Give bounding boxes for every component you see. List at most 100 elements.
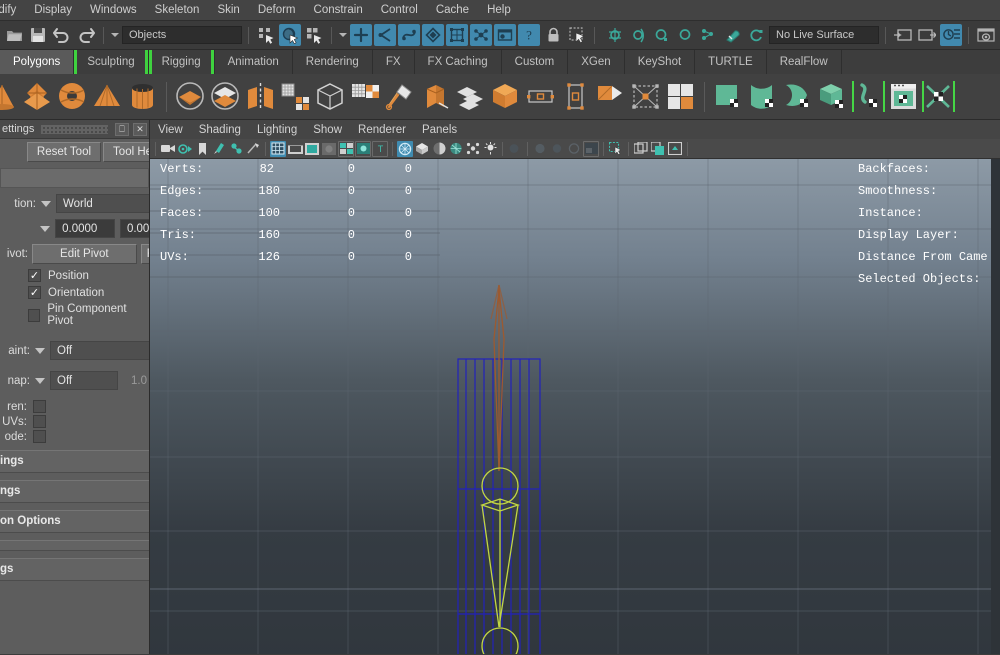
menu-item-cache[interactable]: Cache (427, 2, 478, 19)
axis-orientation-value[interactable]: World (56, 194, 149, 213)
flat-shade-icon[interactable] (431, 141, 447, 157)
poly-pyramid-icon[interactable] (91, 80, 124, 113)
uv-layout-icon[interactable] (664, 80, 697, 113)
undo-icon[interactable] (51, 24, 73, 46)
selection-mode-dropdown[interactable] (110, 24, 120, 46)
menu-item-skin[interactable]: Skin (208, 2, 248, 19)
copy-panel-icon[interactable] (650, 141, 666, 157)
tool-help-button[interactable]: Tool Help (103, 142, 149, 162)
panel-grip-handle[interactable] (41, 124, 108, 134)
uv-cylindrical-green-icon[interactable] (747, 80, 780, 113)
uv-unfold-icon[interactable] (629, 80, 662, 113)
undock-panel-icon[interactable]: ⎕ (115, 122, 129, 136)
edit-pivot-button[interactable]: Edit Pivot (32, 244, 137, 264)
motion-blur-icon[interactable] (549, 141, 565, 157)
menu-item-constrain[interactable]: Constrain (305, 2, 372, 19)
live-surface-field[interactable]: No Live Surface (769, 26, 879, 44)
pin-component-pivot-checkbox-row[interactable]: Pin Component Pivot (0, 301, 149, 329)
texture-icon[interactable]: T (372, 140, 388, 157)
magnet-icon[interactable] (721, 24, 743, 46)
select-hierarchy-icon[interactable] (255, 24, 277, 46)
poly-separate-icon[interactable] (209, 80, 242, 113)
offset-value-x[interactable]: 0.0000 (55, 219, 115, 238)
poly-smooth-icon[interactable] (279, 80, 312, 113)
viewport-menu-show[interactable]: Show (305, 122, 350, 138)
viewport-menu-panels[interactable]: Panels (414, 122, 465, 138)
uv-unfold-green-icon[interactable] (852, 80, 885, 113)
open-scene-icon[interactable] (3, 24, 25, 46)
poly-torus-icon[interactable] (56, 80, 89, 113)
film-gate-icon[interactable] (287, 141, 303, 157)
viewport-menu-shading[interactable]: Shading (191, 122, 249, 138)
section-blank[interactable] (0, 540, 149, 551)
poly-quad-draw-icon[interactable] (349, 80, 382, 113)
gate-mask-icon[interactable] (321, 141, 337, 157)
poly-combine-icon[interactable] (174, 80, 207, 113)
marquee-select-icon[interactable] (566, 24, 588, 46)
pivot-position-checkbox-row[interactable]: ✓ Position (0, 267, 149, 284)
selection-mask-field[interactable]: Objects (122, 26, 242, 44)
snap-value[interactable]: Off (50, 371, 118, 390)
uvs-toggle-checkbox[interactable] (33, 415, 46, 428)
shelf-tab-rendering[interactable]: Rendering (292, 50, 373, 74)
poly-boolean-icon[interactable] (314, 80, 347, 113)
snapshot-icon[interactable] (667, 141, 683, 157)
pivot-position-checkbox[interactable]: ✓ (28, 269, 41, 282)
shelf-tab-fx[interactable]: FX (372, 50, 415, 74)
two-sided-lighting-icon[interactable] (228, 141, 244, 157)
shelf-tab-animation[interactable]: Animation (214, 50, 293, 74)
mask-surface-icon[interactable] (398, 24, 420, 46)
wireframe-on-shaded-icon[interactable] (465, 141, 481, 157)
uv-planar-icon[interactable] (524, 80, 557, 113)
viewport-menu-view[interactable]: View (150, 122, 191, 138)
lock-icon[interactable] (542, 24, 564, 46)
output-connections-icon[interactable] (916, 24, 938, 46)
poly-bevel-icon[interactable] (454, 80, 487, 113)
uv-spherical-green-icon[interactable] (782, 80, 815, 113)
shelf-tab-polygons[interactable]: Polygons (0, 50, 75, 74)
shelf-tab-keyshot[interactable]: KeyShot (624, 50, 696, 74)
section-tool-settings[interactable]: gs (0, 558, 149, 581)
menu-item-windows[interactable]: Windows (81, 2, 146, 19)
section-symmetry-settings[interactable]: ngs (0, 480, 149, 503)
snap-dropdown-icon[interactable] (35, 377, 45, 384)
paint-value[interactable]: Off (50, 341, 149, 360)
menu-item-modify[interactable]: odify (0, 2, 25, 19)
shelf-tab-xgen[interactable]: XGen (568, 50, 625, 74)
pivot-orientation-checkbox[interactable]: ✓ (28, 286, 41, 299)
save-scene-icon[interactable] (27, 24, 49, 46)
viewport-3d-canvas[interactable]: Verts: 82 0 0 Edges: 180 0 0 Faces: 100 … (150, 159, 1000, 654)
screen-space-ao-icon[interactable] (532, 141, 548, 157)
shelf-tab-rigging[interactable]: Rigging (148, 50, 215, 74)
viewport-menu-lighting[interactable]: Lighting (249, 122, 305, 138)
offset-value-y[interactable]: 0.0000 (119, 219, 149, 238)
uv-automatic-green-icon[interactable] (817, 80, 850, 113)
poly-multicut-icon[interactable] (384, 80, 417, 113)
reset-tool-button[interactable]: Reset Tool (26, 142, 102, 162)
menu-item-display[interactable]: Display (25, 2, 81, 19)
viewport-scene-render[interactable]: Verts: 82 0 0 Edges: 180 0 0 Faces: 100 … (150, 159, 991, 654)
isolate-select-icon[interactable] (583, 140, 599, 157)
wireframe-icon[interactable] (397, 140, 413, 157)
panel-layout-icon[interactable] (633, 141, 649, 157)
menu-item-skeleton[interactable]: Skeleton (146, 2, 209, 19)
mask-handle-icon[interactable] (350, 24, 372, 46)
poly-platonic-icon[interactable] (21, 80, 54, 113)
grid-toggle-icon[interactable] (270, 140, 286, 157)
poly-cylinder-icon[interactable] (126, 80, 159, 113)
close-panel-icon[interactable]: ✕ (133, 122, 147, 136)
snap-live-icon[interactable] (745, 24, 767, 46)
reset-pivot-button[interactable]: R (140, 244, 149, 264)
mask-dynamic-icon[interactable] (446, 24, 468, 46)
mask-misc-icon[interactable] (494, 24, 516, 46)
shelf-tab-turtle[interactable]: TURTLE (695, 50, 767, 74)
mask-rendering-icon[interactable] (470, 24, 492, 46)
axis-orientation-dropdown-icon[interactable] (41, 200, 51, 207)
smooth-shade-icon[interactable] (414, 141, 430, 157)
camera-attr-icon[interactable] (177, 141, 193, 157)
resolution-gate-icon[interactable] (304, 141, 320, 157)
snap-point-icon[interactable] (649, 24, 671, 46)
section-common-options[interactable]: on Options (0, 510, 149, 533)
bookmark-icon[interactable] (194, 141, 210, 157)
gamma-icon[interactable] (245, 141, 261, 157)
